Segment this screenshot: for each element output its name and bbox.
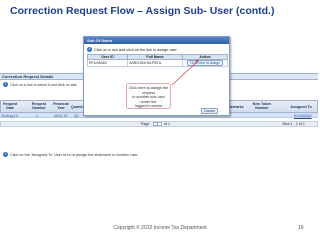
col-request-number[interactable]: Request Number <box>31 102 47 110</box>
pager-view-text: View 1 - 1 of 1 <box>282 122 305 126</box>
info-icon: i <box>87 47 92 52</box>
col-financial-year[interactable]: Financial Year <box>53 102 69 110</box>
dialog-title: Sub Of Users <box>84 37 229 44</box>
callout-note: Click here to assign the request to anot… <box>126 83 171 109</box>
dialog-instruction: i Click on a row and click on the link t… <box>87 47 177 52</box>
callout-line-2: to another sub user under the <box>132 95 165 104</box>
click-to-assign-button[interactable]: Click here to Assign <box>187 60 223 66</box>
footer-instruction: i Click on the 'Assigned To' User Id to … <box>3 152 138 157</box>
instruction-text: Click on a row to select it and click on… <box>10 82 77 87</box>
instruction-row: i Click on a row to select it and click … <box>3 82 77 87</box>
cell-date: 19-Aug-13 <box>1 113 18 118</box>
info-icon: i <box>3 152 8 157</box>
cell-number: 1 <box>36 113 38 118</box>
pager: Page 1 of 1 View 1 - 1 of 1 <box>0 121 318 127</box>
callout-line-3: logged in admin <box>135 104 162 109</box>
cell-user-id: RYU26345 <box>87 59 128 67</box>
pager-page-label: Page <box>141 122 150 126</box>
copyright-text: Copyright © 2012 Income Tax Department <box>113 225 207 231</box>
slide-number: 19 <box>298 225 304 231</box>
col-quarter[interactable]: Quarter <box>71 105 84 109</box>
cancel-button[interactable]: Cancel <box>201 108 218 114</box>
pager-page-input[interactable]: 1 <box>153 122 162 126</box>
pager-of-label: of 1 <box>164 122 170 126</box>
cell-full-name: SAROJINI KA PATIL <box>127 59 183 67</box>
info-icon: i <box>3 82 8 87</box>
cell-assigned-to-link[interactable]: RYU26345 <box>294 114 312 118</box>
col-request-date[interactable]: Request Date <box>3 102 17 110</box>
cell-action: Click here to Assign <box>182 59 228 67</box>
sub-users-table: User ID Full Name Action RYU26345 SAROJI… <box>87 54 228 67</box>
col-assigned-to[interactable]: Assigned To <box>285 105 317 109</box>
callout-line-1: Click here to assign the request <box>128 86 169 95</box>
cell-year: 2012-13 <box>54 113 68 118</box>
slide-title: Correction Request Flow – Assign Sub- Us… <box>10 5 275 17</box>
table-row[interactable]: RYU26345 SAROJINI KA PATIL Click here to… <box>87 59 228 67</box>
col-new-token-number[interactable]: New Token Number <box>251 102 273 110</box>
cell-quarter: Q2 <box>74 113 79 118</box>
dialog-instruction-text: Click on a row and click on the link to … <box>94 47 177 52</box>
footer-instruction-text: Click on the 'Assigned To' User Id to re… <box>10 152 138 157</box>
